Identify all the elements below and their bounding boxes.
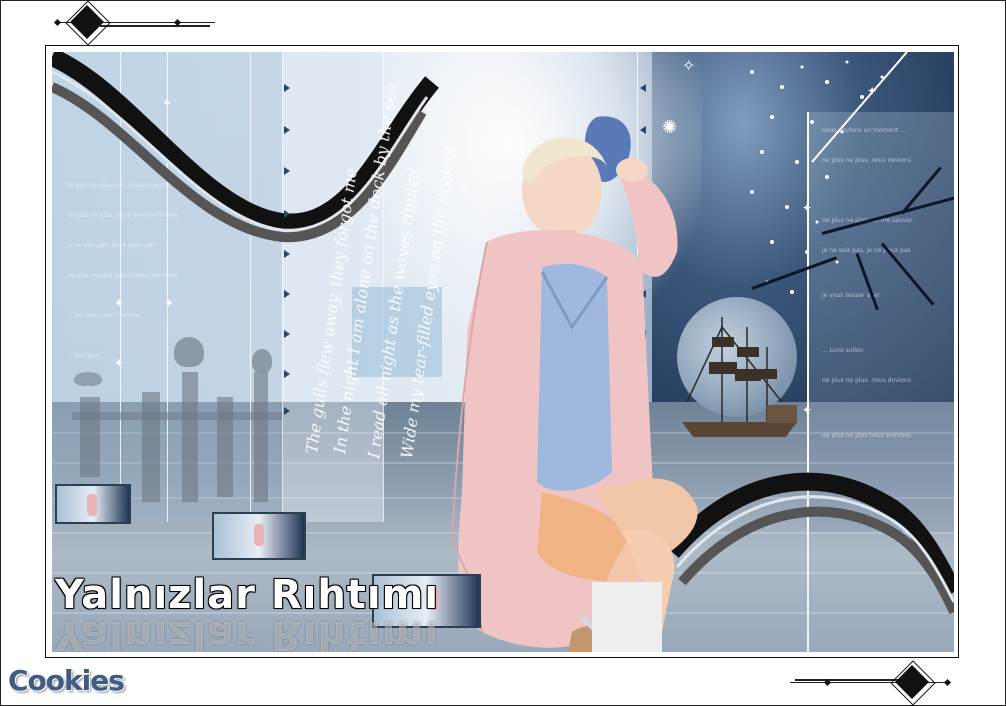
sparkle-icon: ✦ [162, 96, 173, 110]
seagull [174, 337, 204, 367]
arrow-marker-icon [284, 167, 290, 175]
pier-post [80, 397, 100, 477]
pier-rail [72, 412, 282, 420]
pier-post [182, 372, 198, 502]
thumbnail [212, 512, 306, 560]
artwork-canvas: ne pas se retourner, mais avancer ne plu… [52, 52, 954, 652]
pier-post [142, 392, 160, 502]
arrow-marker-icon [284, 407, 290, 415]
thumbnail [55, 484, 131, 524]
diamond-ornament-top-left [53, 0, 220, 46]
woman-figure [450, 116, 698, 652]
artist-signature: Cookies [8, 664, 125, 697]
stone-block [592, 582, 662, 652]
sparkle-icon: ✦ [114, 356, 125, 370]
arrow-marker-icon [284, 290, 290, 298]
arrow-marker-icon [284, 210, 290, 218]
arrow-marker-icon [640, 84, 646, 92]
artwork-title-reflection: Yalnızlar Rıhtımı [55, 612, 440, 652]
seagull [74, 372, 102, 386]
arrow-marker-icon [284, 330, 290, 338]
arrow-marker-icon [284, 84, 290, 92]
sparkle-icon: ✦ [164, 296, 175, 310]
seagull [252, 349, 272, 373]
arrow-marker-icon [284, 250, 290, 258]
arrow-marker-icon [284, 370, 290, 378]
diamond-ornament-bottom-right [790, 660, 955, 706]
pier-post [254, 372, 268, 502]
sparkle-icon: ✦ [114, 296, 125, 310]
arrow-marker-icon [284, 126, 290, 134]
